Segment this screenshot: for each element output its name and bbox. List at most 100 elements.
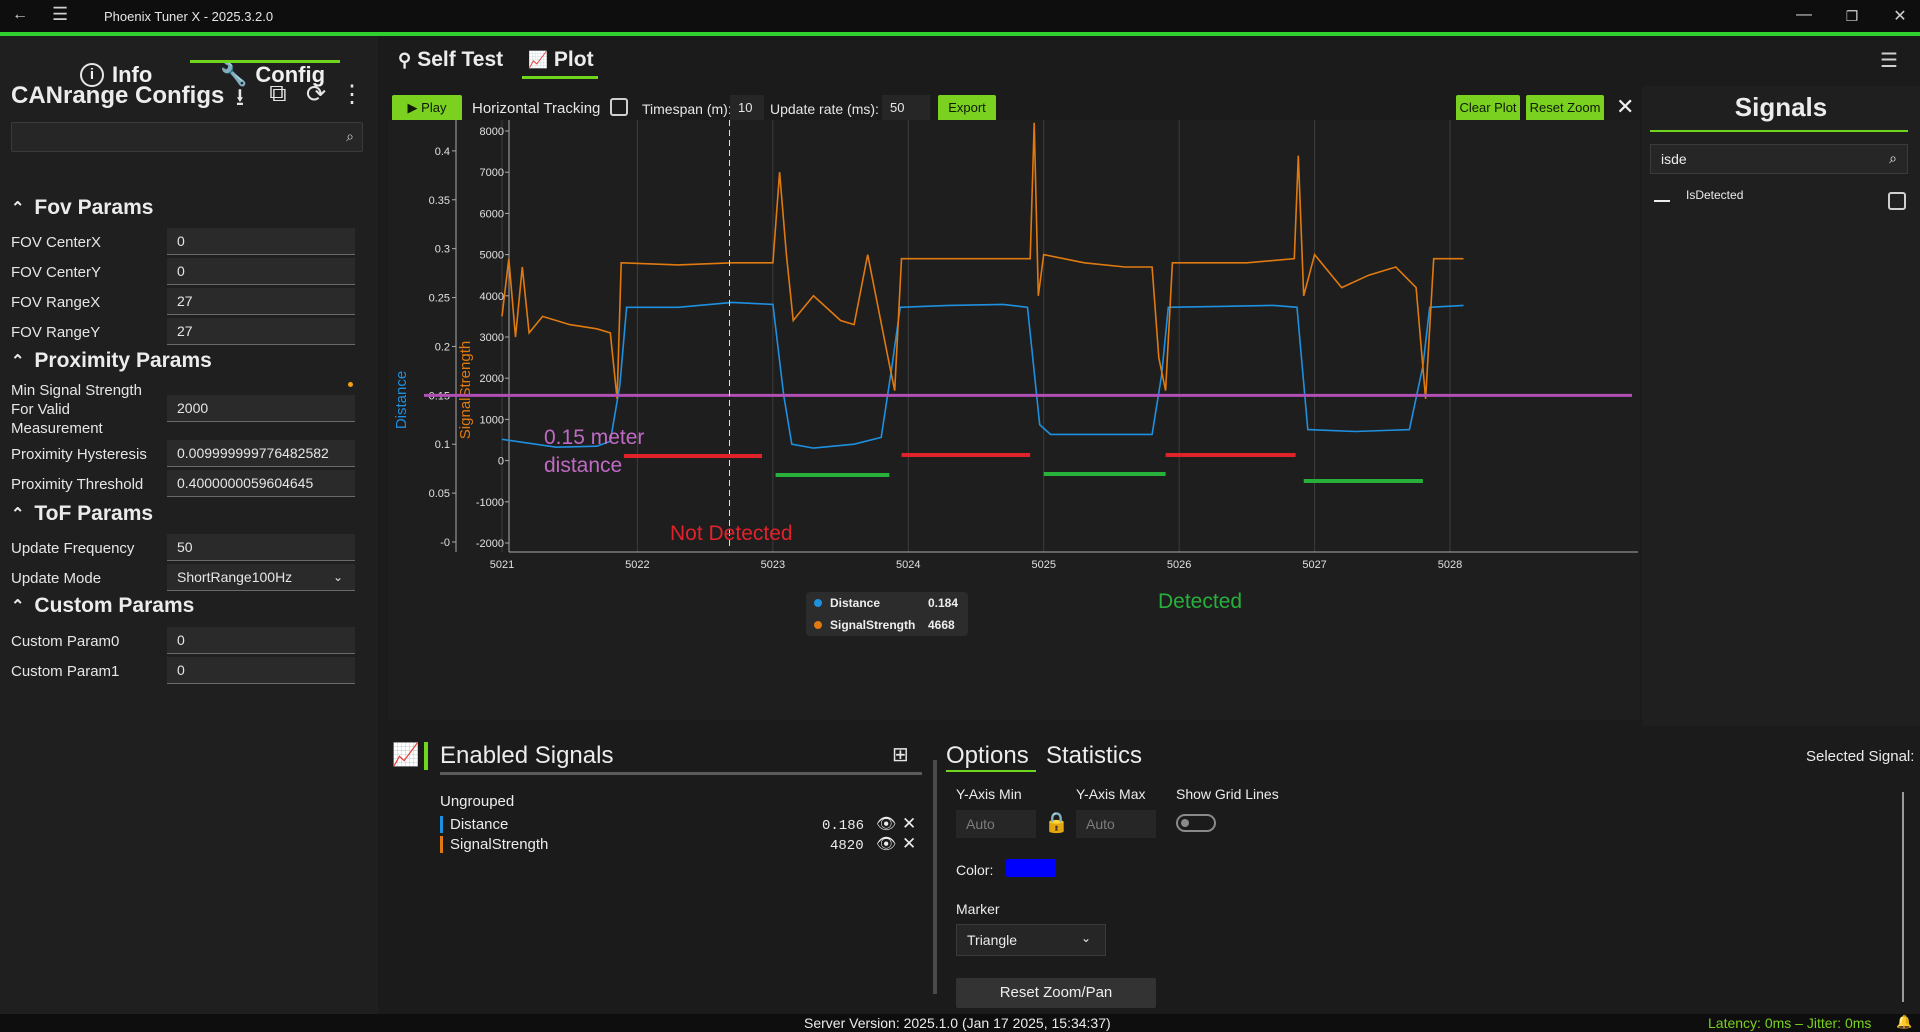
- grid-lines-toggle[interactable]: [1176, 814, 1216, 832]
- proximity-hysteresis-label: Proximity Hysteresis: [11, 446, 147, 463]
- enabled-signals-title: Enabled Signals: [440, 742, 614, 769]
- y-left-tick-label: 0.2: [435, 341, 450, 353]
- close-window-icon[interactable]: ✕: [1886, 6, 1914, 26]
- chevron-down-icon: ⌄: [332, 570, 343, 584]
- marker-select[interactable]: Triangle ⌄: [956, 924, 1106, 956]
- config-search-input[interactable]: ⌕: [11, 122, 363, 152]
- chart-icon: 📈: [392, 742, 420, 767]
- tab-options[interactable]: Options: [946, 742, 1029, 770]
- remove-icon[interactable]: ✕: [902, 834, 916, 854]
- custom-param0-field[interactable]: 0: [167, 627, 355, 654]
- proximity-threshold-label: Proximity Threshold: [11, 476, 144, 493]
- hamburger-menu-icon[interactable]: ☰: [52, 4, 68, 25]
- y-right-tick-label: -1000: [476, 497, 504, 509]
- download-icon[interactable]: ⭳: [226, 80, 254, 121]
- copy-icon[interactable]: ⧉: [264, 80, 292, 108]
- proximity-threshold-field[interactable]: 0.4000000059604645: [167, 470, 355, 497]
- scrollbar[interactable]: [1902, 792, 1904, 1002]
- horizontal-tracking-checkbox[interactable]: [610, 98, 628, 116]
- update-mode-select[interactable]: ShortRange100Hz ⌄: [167, 564, 355, 591]
- signal-isdetected-checkbox[interactable]: [1888, 192, 1906, 210]
- section-custom-label: Custom Params: [34, 594, 195, 617]
- signal-signalstrength-name[interactable]: SignalStrength: [450, 836, 548, 853]
- remove-icon[interactable]: ✕: [902, 814, 916, 834]
- chevron-up-icon: ⌃: [11, 506, 25, 523]
- tab-self-test-label: Self Test: [417, 48, 504, 71]
- x-tick-label: 5028: [1438, 559, 1462, 571]
- y-right-tick-label: 1000: [480, 414, 504, 426]
- fov-rangex-field[interactable]: 27: [167, 288, 355, 315]
- config-title: CANrange Configs: [11, 82, 225, 109]
- x-tick-label: 5024: [896, 559, 920, 571]
- modified-dot: [348, 382, 353, 387]
- section-fov-params[interactable]: ⌃ Fov Params: [11, 196, 153, 220]
- y-right-tick-label: 8000: [480, 126, 504, 138]
- back-arrow-icon[interactable]: ←: [12, 6, 28, 24]
- y-right-tick-label: 7000: [480, 167, 504, 179]
- signal-item-isdetected: IsDetected: [1686, 188, 1744, 202]
- signals-search-input[interactable]: isde ⌕: [1650, 144, 1908, 174]
- section-custom-params[interactable]: ⌃ Custom Params: [11, 594, 194, 618]
- color-swatch[interactable]: [1006, 859, 1056, 877]
- y-left-tick-label: 0.3: [435, 244, 450, 256]
- y-left-tick-label: 0.25: [429, 293, 450, 305]
- y-axis-right-label: SignalStrength: [457, 341, 474, 439]
- signals-toggle-icon[interactable]: ☰: [1880, 48, 1898, 73]
- signals-search-value: isde: [1661, 151, 1687, 167]
- refresh-icon[interactable]: ⟳: [302, 80, 330, 109]
- timespan-input[interactable]: 10: [730, 95, 764, 121]
- more-vert-icon[interactable]: ⋮: [338, 80, 366, 109]
- play-icon: ▶: [407, 100, 418, 115]
- section-tof-params[interactable]: ⌃ ToF Params: [11, 502, 153, 526]
- proximity-hysteresis-field[interactable]: 0.009999999776482582: [167, 440, 355, 467]
- ymin-input[interactable]: Auto: [956, 810, 1036, 838]
- ymin-label: Y-Axis Min: [956, 786, 1022, 802]
- y-right-tick-label: 6000: [480, 208, 504, 220]
- export-button[interactable]: Export: [938, 95, 996, 121]
- update-mode-value: ShortRange100Hz: [177, 569, 293, 585]
- y-right-tick-label: 5000: [480, 250, 504, 262]
- reset-zoom-pan-button[interactable]: Reset Zoom/Pan: [956, 978, 1156, 1008]
- restore-icon[interactable]: ❐: [1838, 8, 1866, 25]
- signal-color-swatch: [1654, 200, 1670, 202]
- enabled-signals-accent: [424, 742, 428, 770]
- update-frequency-field[interactable]: 50: [167, 534, 355, 561]
- tab-self-test[interactable]: ⚲ Self Test: [398, 48, 503, 72]
- minimize-icon[interactable]: —: [1790, 6, 1818, 24]
- signal-signalstrength-value: 4820: [830, 838, 864, 854]
- config-tab-indicator: [190, 60, 340, 63]
- close-plot-icon[interactable]: ✕: [1616, 94, 1634, 120]
- bottom-splitter[interactable]: [933, 760, 937, 994]
- enabled-signals-divider: [440, 772, 922, 775]
- x-tick-label: 5027: [1302, 559, 1326, 571]
- chart-line-icon: 📈: [528, 52, 548, 69]
- section-tof-label: ToF Params: [34, 502, 154, 525]
- fov-rangey-field[interactable]: 27: [167, 318, 355, 345]
- reset-zoom-button[interactable]: Reset Zoom: [1526, 95, 1604, 121]
- add-group-icon[interactable]: ⊞: [892, 742, 909, 767]
- ymax-input[interactable]: Auto: [1076, 810, 1156, 838]
- search-icon: ⌕: [346, 128, 354, 144]
- lock-icon[interactable]: 🔒: [1044, 810, 1069, 835]
- fov-centerx-field[interactable]: 0: [167, 228, 355, 255]
- fov-centery-field[interactable]: 0: [167, 258, 355, 285]
- eye-icon[interactable]: 👁: [876, 834, 896, 854]
- toggle-knob: [1181, 819, 1189, 827]
- eye-icon[interactable]: 👁: [876, 814, 896, 834]
- plot-chart[interactable]: 0.450.40.350.30.250.20.150.10.05-0 80007…: [388, 120, 1640, 720]
- min-signal-field[interactable]: 2000: [167, 395, 355, 422]
- play-button[interactable]: ▶ Play: [392, 95, 462, 121]
- update-frequency-label: Update Frequency: [11, 540, 135, 557]
- tab-statistics[interactable]: Statistics: [1046, 742, 1142, 770]
- self-test-icon: ⚲: [398, 49, 412, 70]
- custom-param1-field[interactable]: 0: [167, 657, 355, 684]
- ymax-label: Y-Axis Max: [1076, 786, 1146, 802]
- signal-distance-name[interactable]: Distance: [450, 816, 508, 833]
- tab-plot[interactable]: 📈 Plot: [528, 48, 594, 72]
- update-rate-input[interactable]: 50: [882, 95, 930, 121]
- annotation-detected: Detected: [1158, 590, 1242, 613]
- clear-plot-button[interactable]: Clear Plot: [1456, 95, 1520, 121]
- bell-icon[interactable]: 🔔: [1896, 1014, 1912, 1030]
- section-proximity-params[interactable]: ⌃ Proximity Params: [11, 349, 212, 373]
- custom-param0-label: Custom Param0: [11, 633, 120, 650]
